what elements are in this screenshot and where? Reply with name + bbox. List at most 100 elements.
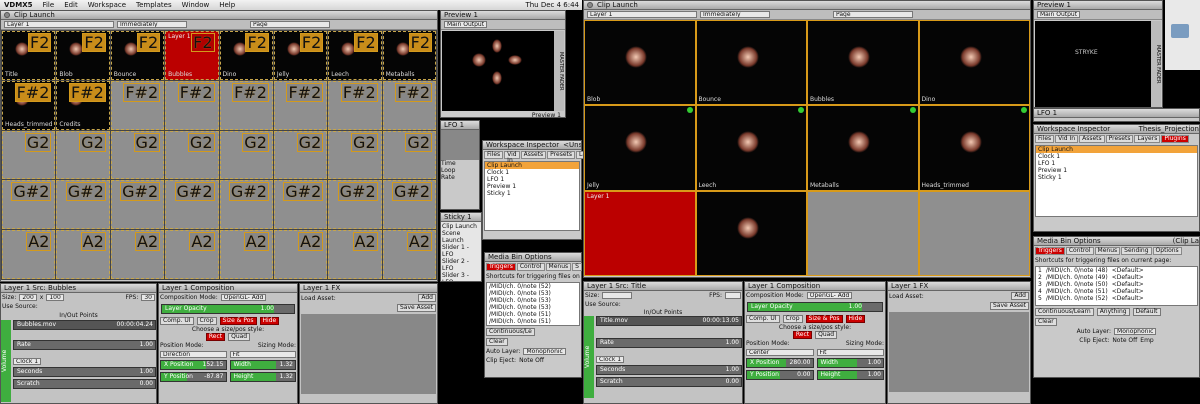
list-item[interactable]: Clock 1 [1036, 153, 1197, 160]
volume-slider[interactable]: Volume [1, 320, 11, 402]
fps-field[interactable]: 30 [141, 294, 155, 301]
layer-select[interactable]: Layer 1 [4, 21, 114, 28]
clear-button[interactable]: Clear [486, 338, 508, 346]
clip-cell[interactable]: G#2 [2, 180, 56, 230]
menu-file[interactable]: File [42, 1, 54, 9]
x-position-slider[interactable]: X Position 280.00 [746, 358, 814, 368]
list-item[interactable]: /MIDI/ch. 0/note (52) [487, 283, 579, 290]
menu-edit[interactable]: Edit [64, 1, 78, 9]
tab-vid-in[interactable]: Vid In [1055, 135, 1079, 143]
quad-button[interactable]: Quad [815, 331, 838, 339]
inspector-titlebar[interactable]: Workspace Inspector<Unsa [483, 141, 581, 150]
page-select[interactable]: Page [833, 11, 913, 18]
clip-cell[interactable]: A2 [165, 230, 219, 279]
clip-cell[interactable]: G2 [273, 130, 328, 180]
close-icon[interactable] [587, 2, 593, 8]
clip-cell[interactable]: A2 [219, 230, 273, 279]
playhead-slider[interactable]: Title.mov 00:00:13.05 [596, 316, 742, 326]
menu-templates[interactable]: Templates [136, 1, 172, 9]
clip-cell[interactable] [919, 191, 1029, 275]
clip-cell[interactable]: G#2 [56, 180, 110, 230]
hide-button[interactable]: Hide [845, 315, 866, 323]
default-button[interactable]: Default [1132, 308, 1161, 316]
clip-cell[interactable]: F#2 [219, 80, 273, 130]
position-mode-select[interactable]: Center [746, 349, 814, 356]
master-fader[interactable]: MASTER FADER [554, 31, 564, 111]
save-asset-button[interactable]: Save Asset [396, 304, 436, 312]
tab-comp-ui[interactable]: Comp. UI [746, 315, 780, 323]
clip-cell[interactable]: F2 Leech [328, 31, 382, 80]
clip-cell[interactable]: F#2 [382, 80, 436, 130]
clip-cell[interactable]: Metaballs [808, 106, 918, 190]
clip-cell[interactable]: F2 Dino [219, 31, 273, 80]
tab-control[interactable]: Control [1065, 247, 1094, 255]
tab-menus[interactable]: Menus [1094, 247, 1121, 255]
clip-cell[interactable] [696, 191, 806, 275]
clip-cell[interactable]: F#2 Credits [56, 80, 110, 130]
clip-cell[interactable]: G2 [328, 130, 382, 180]
clip-cell[interactable]: F2 Bubbles Layer 1 [165, 31, 219, 80]
clip-cell[interactable]: F#2 [110, 80, 165, 130]
list-item[interactable]: /MIDI/ch. 0/note (53) [487, 304, 579, 311]
clip-cell[interactable]: G2 [165, 130, 219, 180]
position-mode-select[interactable]: Direction [160, 351, 227, 358]
list-item[interactable]: Clip Launch [1036, 146, 1197, 153]
clip-cell[interactable]: F#2 [165, 80, 219, 130]
add-asset-button[interactable]: Add [418, 294, 436, 302]
tab-files[interactable]: Files [1035, 135, 1055, 143]
clip-cell[interactable]: F#2 Heads_trimmed [2, 80, 56, 130]
clip-cell[interactable]: G2 [110, 130, 165, 180]
close-icon[interactable] [4, 12, 10, 18]
auto-layer-select[interactable]: Monophonic [523, 348, 566, 355]
clip-cell[interactable]: G2 [2, 130, 56, 180]
clip-cell[interactable]: F#2 [273, 80, 328, 130]
tab-menus[interactable]: Menus [545, 263, 572, 271]
list-item[interactable]: Preview 1 [485, 183, 579, 190]
x-position-slider[interactable]: X Position 152.15 [160, 360, 227, 370]
clock-select[interactable]: Clock 1 [13, 358, 42, 365]
list-item[interactable]: /MIDI/ch. 0/note (53) [487, 290, 579, 297]
clip-cell[interactable]: A2 [273, 230, 328, 279]
height-slider[interactable]: Height 1.00 [816, 370, 884, 380]
list-item[interactable]: LFO 1 [485, 176, 579, 183]
tab-sending[interactable]: Sending [1121, 247, 1152, 255]
clip-launch-titlebar[interactable]: Clip Launch [1, 11, 437, 20]
tab-triggers[interactable]: Triggers [1035, 247, 1065, 255]
list-item[interactable]: /MIDI/ch. 0/note (51) [487, 311, 579, 318]
width-slider[interactable]: Width 1.32 [229, 360, 296, 370]
save-asset-button[interactable]: Save Asset [989, 302, 1029, 310]
trigger-row[interactable]: 3/MIDI/ch. 0/note (50) <Default> [1036, 281, 1197, 288]
tab-vid-in[interactable]: Vid In [504, 151, 520, 164]
trigger-row[interactable]: 5/MIDI/ch. 0/note (52) <Default> [1036, 295, 1197, 302]
clip-cell[interactable]: G#2 [219, 180, 273, 230]
clip-cell[interactable]: A2 [2, 230, 56, 279]
clip-cell[interactable]: Bounce [696, 21, 806, 105]
clip-cell[interactable]: A2 [328, 230, 382, 279]
sticky-titlebar[interactable]: Sticky 1 [441, 213, 481, 222]
clip-cell[interactable]: A2 [56, 230, 110, 279]
menu-window[interactable]: Window [182, 1, 210, 9]
composition-mode-select[interactable]: OpenGL- Add [806, 292, 853, 299]
playhead-slider[interactable]: Bubbles.mov 00:00:04.24 [13, 320, 156, 330]
trigger-row[interactable]: 1/MIDI/ch. 0/note (48) <Default> [1036, 267, 1197, 274]
clip-cell[interactable]: G#2 [382, 180, 436, 230]
scratch-slider[interactable]: Scratch 0.00 [13, 379, 156, 389]
list-item[interactable]: Clip Launch [485, 162, 579, 169]
clip-cell[interactable]: Jelly [585, 106, 695, 190]
clip-cell[interactable]: G#2 [110, 180, 165, 230]
seconds-slider[interactable]: Seconds 1.00 [596, 365, 742, 375]
list-item[interactable]: Preview 1 [1036, 167, 1197, 174]
composition-mode-select[interactable]: OpenGL- Add [220, 294, 267, 301]
comp-titlebar[interactable]: Layer 1 Composition [159, 284, 297, 293]
list-item[interactable]: Sticky 1 [485, 190, 579, 197]
clip-cell[interactable]: Bubbles [808, 21, 918, 105]
size-width-field[interactable]: 200 [19, 294, 37, 301]
anything-button[interactable]: Anything [1096, 308, 1130, 316]
hide-button[interactable]: Hide [259, 317, 280, 325]
height-slider[interactable]: Height 1.32 [229, 372, 296, 382]
output-select[interactable]: Main Output [1037, 11, 1081, 18]
tab-files[interactable]: Files [484, 151, 504, 159]
clip-cell[interactable]: A2 [382, 230, 436, 279]
media-bin-titlebar-right[interactable]: Media Bin Options (Clip La [1034, 237, 1199, 246]
volume-slider[interactable]: Volume [584, 316, 594, 398]
